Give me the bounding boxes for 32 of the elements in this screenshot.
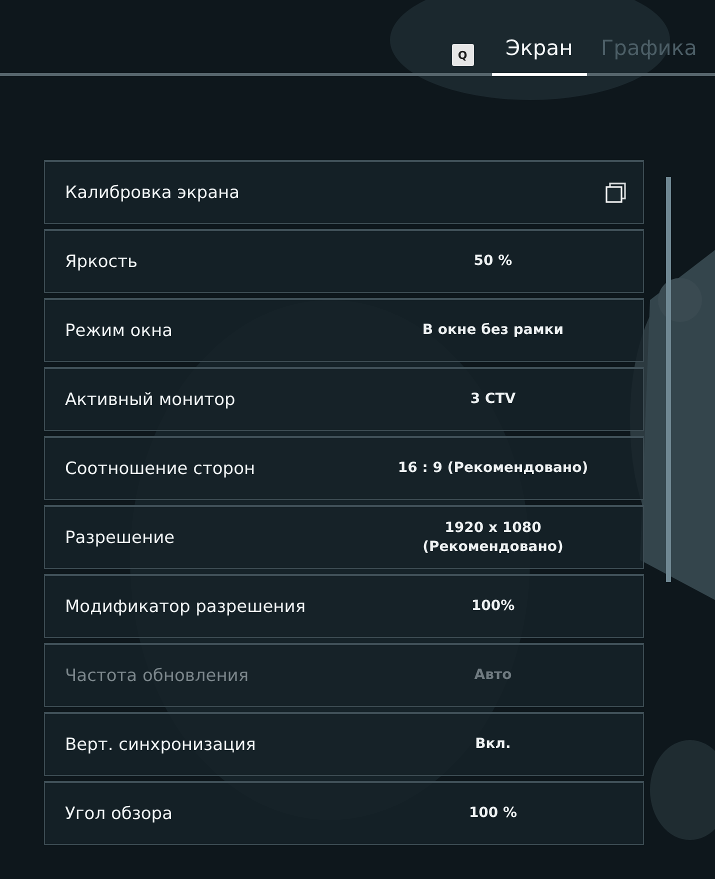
windows-icon [605,182,627,204]
setting-value: Вкл. [474,735,512,754]
setting-label: Угол обзора [64,804,174,824]
setting-row[interactable]: Разрешение 1920 x 1080 (Рекомендовано) [44,505,644,569]
setting-value: 3 CTV [469,390,517,409]
setting-row[interactable]: Модификатор разрешения 100% [44,574,644,638]
setting-value: 16 : 9 (Рекомендовано) [396,459,590,478]
setting-label: Модификатор разрешения [64,596,307,616]
setting-value: 1920 x 1080 (Рекомендовано) [422,518,564,556]
setting-row[interactable]: Активный монитор 3 CTV [44,367,644,431]
setting-row[interactable]: Угол обзора 100 % [44,781,644,845]
setting-row[interactable]: Режим окна В окне без рамки [44,298,644,362]
setting-value: 50 % [472,252,514,271]
setting-row[interactable]: Калибровка экрана [44,160,644,224]
setting-label: Верт. синхронизация [64,734,257,754]
setting-label: Режим окна [64,320,174,340]
setting-value: 100 % [468,804,518,823]
setting-label: Яркость [64,252,139,272]
setting-value: В окне без рамки [421,321,565,340]
setting-label: Частота обновления [64,666,250,686]
key-hint: Q [452,44,474,66]
setting-row[interactable]: Верт. синхронизация Вкл. [44,712,644,776]
setting-value: Авто [473,666,513,685]
setting-row[interactable]: Соотношение сторон 16 : 9 (Рекомендовано) [44,436,644,500]
setting-label: Соотношение сторон [64,458,256,478]
setting-label: Калибровка экрана [64,182,241,202]
setting-label: Разрешение [64,528,176,548]
tab[interactable]: Экран [492,36,587,76]
setting-row[interactable]: Яркость 50 % [44,229,644,293]
scrollbar[interactable] [666,177,671,582]
setting-value: 100% [470,597,516,616]
setting-label: Активный монитор [64,390,236,410]
